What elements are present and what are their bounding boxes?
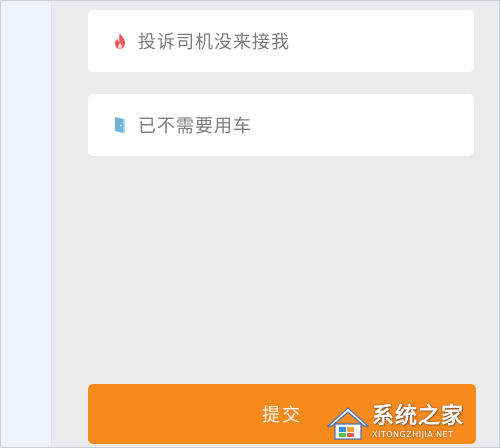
option-label: 投诉司机没来接我 (138, 32, 290, 53)
door-icon (112, 115, 128, 135)
option-label: 已不需要用车 (138, 116, 252, 137)
submit-button-label: 提交 (262, 405, 302, 426)
watermark-site-name: 系统之家 (372, 403, 465, 429)
option-driver-no-show[interactable]: 投诉司机没来接我 (88, 10, 474, 72)
left-panel (0, 0, 52, 448)
option-no-longer-need-car[interactable]: 已不需要用车 (88, 94, 474, 156)
flame-icon (112, 31, 128, 51)
watermark-logo (326, 407, 370, 440)
watermark-site-url: XITONGZHIJIA.NET (372, 429, 454, 439)
watermark: 系统之家 XITONGZHIJIA.NET (326, 400, 494, 444)
